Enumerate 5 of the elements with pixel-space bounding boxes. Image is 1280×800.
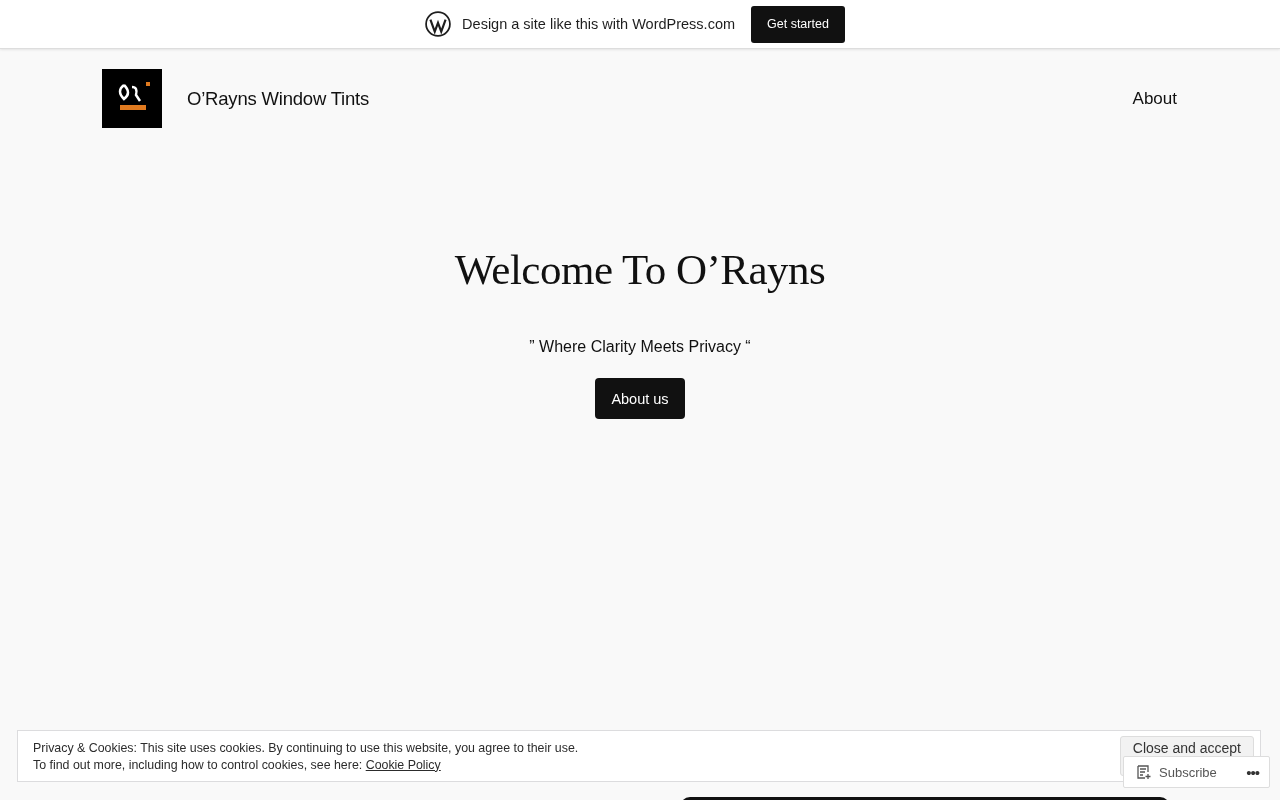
page-heading: Welcome To O’Rayns: [454, 245, 826, 294]
cookie-notice-text: Privacy & Cookies: This site uses cookies. By continuing to use this website, you agree to their use.: [33, 740, 579, 755]
tagline: ” Where Clarity Meets Privacy “: [529, 338, 751, 356]
promo-text: Design a site like this with WordPress.com: [462, 16, 736, 32]
cookie-notice-text: To find out more, including how to control cookies, see here:: [33, 757, 363, 772]
